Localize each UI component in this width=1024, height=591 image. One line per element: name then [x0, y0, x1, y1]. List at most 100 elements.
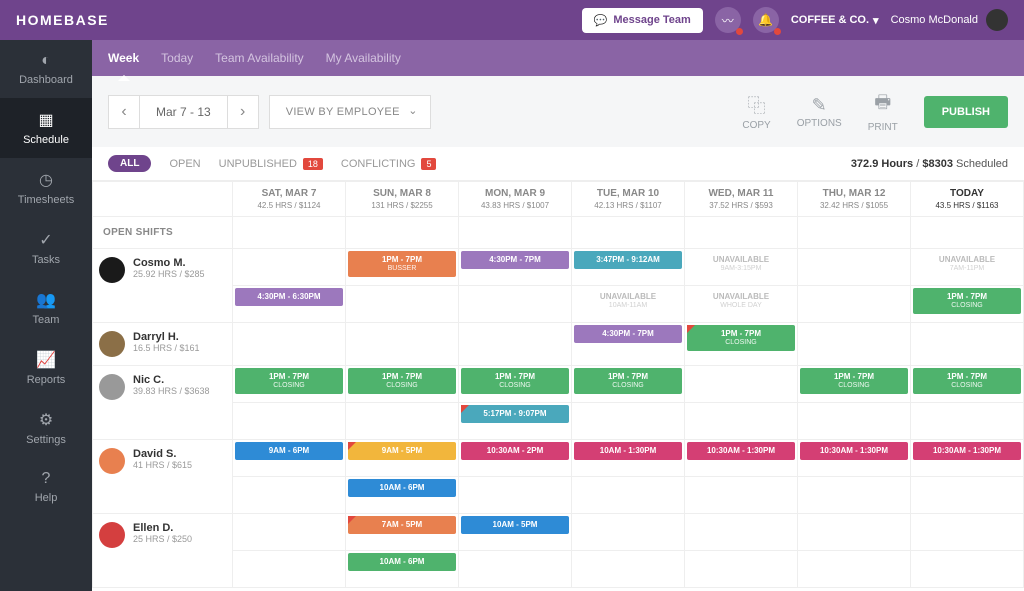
shift-block[interactable]: 10:30AM - 1:30PM	[913, 442, 1021, 460]
schedule-cell[interactable]: 3:47PM - 9:12AM	[572, 249, 685, 286]
print-button[interactable]: 🖶PRINT	[868, 90, 898, 133]
shift-block[interactable]: UNAVAILABLE10AM-11AM	[574, 288, 682, 314]
shift-block[interactable]: 10AM - 6PM	[348, 553, 456, 571]
employee-cell[interactable]: Darryl H.16.5 HRS / $161	[93, 323, 232, 365]
schedule-cell[interactable]: 10:30AM - 2PM	[459, 440, 572, 477]
schedule-cell[interactable]	[911, 403, 1024, 440]
tab-team-availability[interactable]: Team Availability	[215, 41, 304, 75]
schedule-cell[interactable]	[911, 514, 1024, 551]
schedule-cell[interactable]	[233, 477, 346, 514]
sidebar-item-help[interactable]: ?Help	[0, 458, 92, 516]
shift-block[interactable]: 4:30PM - 6:30PM	[235, 288, 343, 306]
sidebar-item-team[interactable]: 👥Team	[0, 278, 92, 338]
schedule-cell[interactable]: 10AM - 6PM	[346, 551, 459, 588]
filter-conflicting[interactable]: CONFLICTING 5	[341, 158, 437, 170]
shift-block[interactable]: 1PM - 7PMCLOSING	[574, 368, 682, 394]
open-shift-cell[interactable]	[911, 217, 1024, 249]
message-team-button[interactable]: 💬 Message Team	[582, 8, 703, 33]
schedule-cell[interactable]	[911, 477, 1024, 514]
employee-cell[interactable]: Ellen D.25 HRS / $250	[93, 514, 232, 556]
filter-open[interactable]: OPEN	[169, 158, 200, 170]
schedule-cell[interactable]: 4:30PM - 7PM	[459, 249, 572, 286]
schedule-cell[interactable]: 10AM - 1:30PM	[572, 440, 685, 477]
date-range[interactable]: Mar 7 - 13	[140, 95, 227, 129]
shift-block[interactable]: 5:17PM - 9:07PM	[461, 405, 569, 423]
schedule-cell[interactable]	[685, 551, 798, 588]
schedule-cell[interactable]: 10:30AM - 1:30PM	[911, 440, 1024, 477]
company-selector[interactable]: COFFEE & CO. ▾	[791, 14, 879, 27]
schedule-cell[interactable]	[798, 403, 911, 440]
schedule-cell[interactable]: 1PM - 7PMCLOSING	[572, 366, 685, 403]
open-shift-cell[interactable]	[572, 217, 685, 249]
options-button[interactable]: ✎OPTIONS	[797, 95, 842, 129]
notification-icon[interactable]: 🔔	[753, 7, 779, 33]
activity-icon[interactable]: 〰	[715, 7, 741, 33]
schedule-cell[interactable]: UNAVAILABLE10AM-11AM	[572, 286, 685, 323]
sidebar-item-tasks[interactable]: ✓Tasks	[0, 218, 92, 278]
schedule-cell[interactable]: 4:30PM - 6:30PM	[233, 286, 346, 323]
schedule-cell[interactable]	[233, 403, 346, 440]
schedule-cell[interactable]	[685, 366, 798, 403]
schedule-cell[interactable]: 1PM - 7PMCLOSING	[911, 366, 1024, 403]
schedule-cell[interactable]	[798, 249, 911, 286]
schedule-cell[interactable]: 10:30AM - 1:30PM	[685, 440, 798, 477]
shift-block[interactable]: UNAVAILABLE7AM-11PM	[913, 251, 1021, 277]
sidebar-item-settings[interactable]: ⚙Settings	[0, 398, 92, 458]
schedule-cell[interactable]: UNAVAILABLE9AM-3:15PM	[685, 249, 798, 286]
schedule-cell[interactable]	[346, 403, 459, 440]
open-shift-cell[interactable]	[233, 217, 346, 249]
copy-button[interactable]: ⿻COPY	[742, 92, 770, 131]
schedule-cell[interactable]	[459, 477, 572, 514]
shift-block[interactable]: 7AM - 5PM	[348, 516, 456, 534]
schedule-cell[interactable]: 1PM - 7PMCLOSING	[798, 366, 911, 403]
schedule-cell[interactable]	[911, 551, 1024, 588]
publish-button[interactable]: PUBLISH	[924, 96, 1008, 128]
prev-week-button[interactable]: ‹	[108, 95, 140, 129]
shift-block[interactable]: 1PM - 7PMCLOSING	[913, 288, 1021, 314]
schedule-cell[interactable]	[233, 551, 346, 588]
schedule-cell[interactable]	[572, 477, 685, 514]
schedule-cell[interactable]	[572, 551, 685, 588]
shift-block[interactable]: UNAVAILABLEWHOLE DAY	[687, 288, 795, 314]
schedule-cell[interactable]	[459, 323, 572, 366]
schedule-cell[interactable]: 9AM - 5PM	[346, 440, 459, 477]
shift-block[interactable]: 1PM - 7PMBUSSER	[348, 251, 456, 277]
schedule-cell[interactable]: 1PM - 7PMBUSSER	[346, 249, 459, 286]
schedule-cell[interactable]	[798, 477, 911, 514]
shift-block[interactable]: 1PM - 7PMCLOSING	[800, 368, 908, 394]
shift-block[interactable]: 1PM - 7PMCLOSING	[235, 368, 343, 394]
schedule-cell[interactable]	[572, 514, 685, 551]
tab-my-availability[interactable]: My Availability	[326, 41, 401, 75]
filter-unpublished[interactable]: UNPUBLISHED 18	[219, 158, 323, 170]
schedule-cell[interactable]: 7AM - 5PM	[346, 514, 459, 551]
schedule-cell[interactable]	[685, 514, 798, 551]
tab-week[interactable]: Week	[108, 41, 139, 75]
shift-block[interactable]: 1PM - 7PMCLOSING	[461, 368, 569, 394]
schedule-cell[interactable]	[798, 514, 911, 551]
shift-block[interactable]: 9AM - 5PM	[348, 442, 456, 460]
shift-block[interactable]: 10:30AM - 2PM	[461, 442, 569, 460]
open-shift-cell[interactable]	[346, 217, 459, 249]
schedule-cell[interactable]: 1PM - 7PMCLOSING	[685, 323, 798, 366]
schedule-cell[interactable]	[346, 286, 459, 323]
schedule-cell[interactable]: 10:30AM - 1:30PM	[798, 440, 911, 477]
shift-block[interactable]: 1PM - 7PMCLOSING	[913, 368, 1021, 394]
shift-block[interactable]: 1PM - 7PMCLOSING	[348, 368, 456, 394]
shift-block[interactable]: 10AM - 6PM	[348, 479, 456, 497]
schedule-cell[interactable]	[685, 477, 798, 514]
schedule-cell[interactable]: 9AM - 6PM	[233, 440, 346, 477]
shift-block[interactable]: 4:30PM - 7PM	[461, 251, 569, 269]
sidebar-item-reports[interactable]: 📈Reports	[0, 338, 92, 398]
employee-cell[interactable]: Cosmo M.25.92 HRS / $285	[93, 249, 232, 291]
tab-today[interactable]: Today	[161, 41, 193, 75]
shift-block[interactable]: 10:30AM - 1:30PM	[687, 442, 795, 460]
shift-block[interactable]: 10AM - 5PM	[461, 516, 569, 534]
shift-block[interactable]: UNAVAILABLE9AM-3:15PM	[687, 251, 795, 277]
shift-block[interactable]: 10AM - 1:30PM	[574, 442, 682, 460]
shift-block[interactable]: 4:30PM - 7PM	[574, 325, 682, 343]
schedule-cell[interactable]	[459, 551, 572, 588]
open-shift-cell[interactable]	[798, 217, 911, 249]
schedule-cell[interactable]	[346, 323, 459, 366]
schedule-cell[interactable]: 1PM - 7PMCLOSING	[911, 286, 1024, 323]
sidebar-item-timesheets[interactable]: ◷Timesheets	[0, 158, 92, 218]
